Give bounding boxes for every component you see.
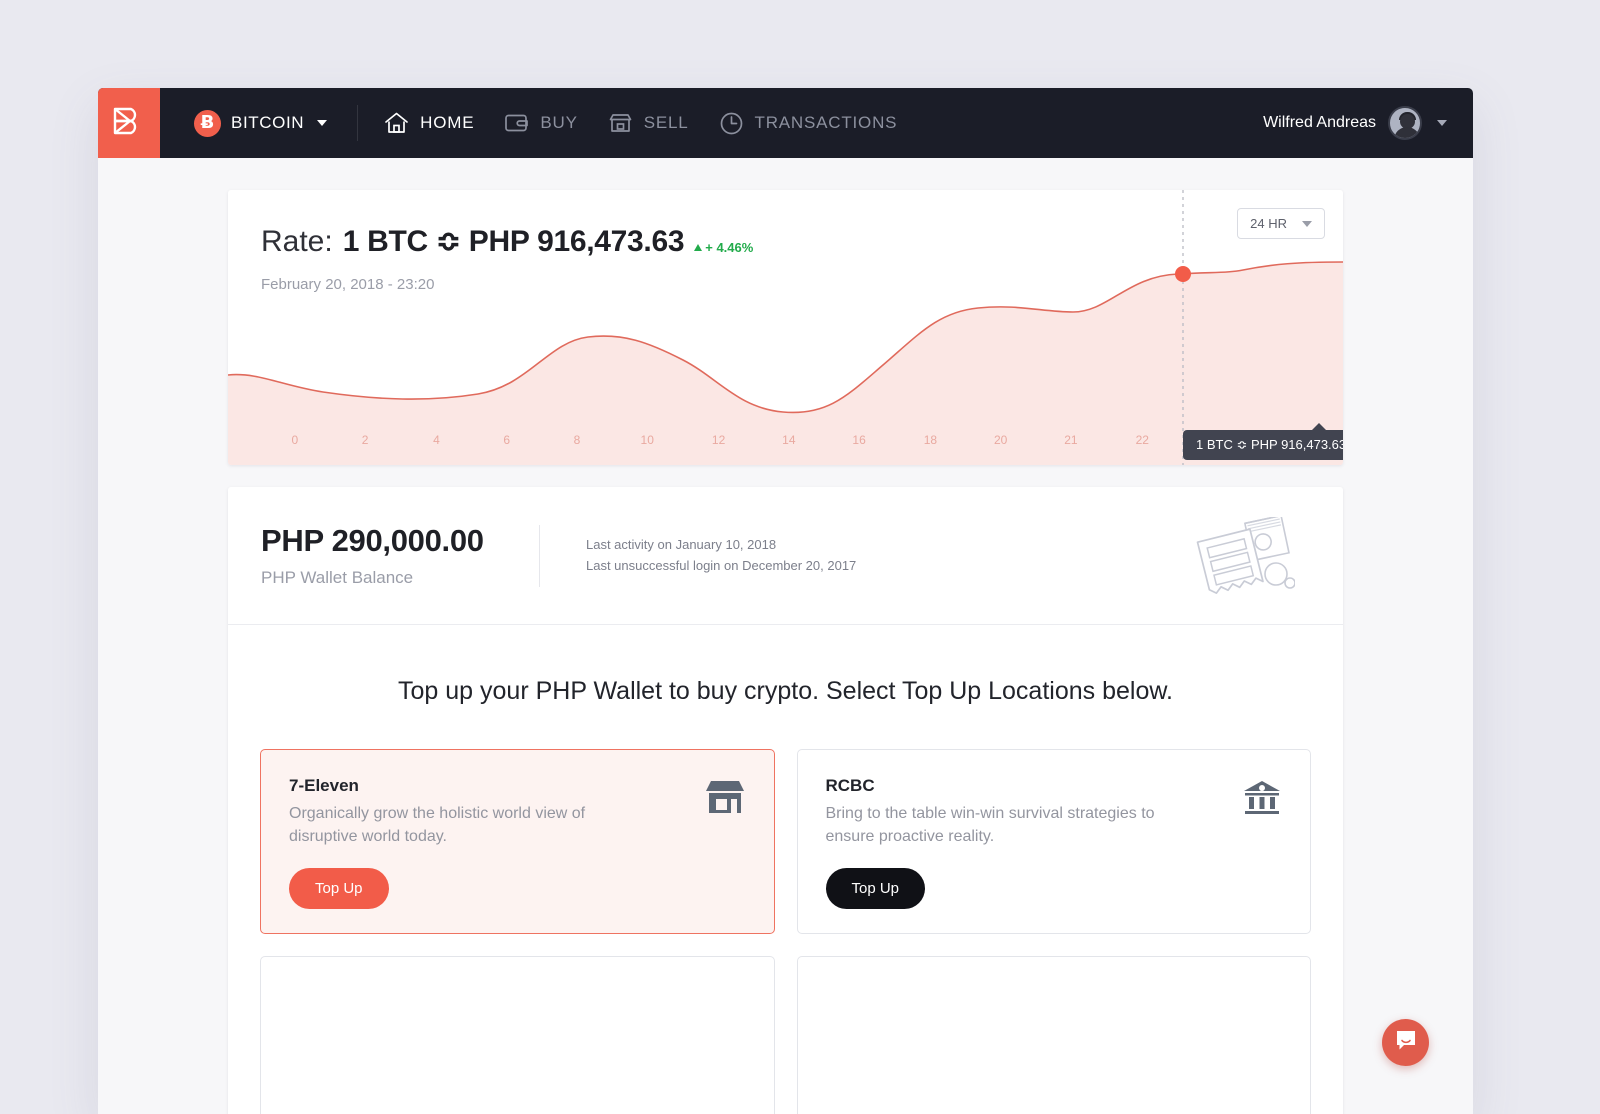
rate-change-label: + 4.46% xyxy=(705,240,754,255)
nav-item-home[interactable]: HOME xyxy=(384,111,474,135)
topup-location-card-3[interactable] xyxy=(260,956,775,1114)
rate-change: + 4.46% xyxy=(694,240,753,255)
nav-menu: HOME BUY SELL TRANSACTIONS xyxy=(384,111,897,136)
time-range-selector[interactable]: 24 HR xyxy=(1237,208,1325,239)
rate-chart-card: Rate: 1 BTC ≎ PHP 916,473.63 + 4.46% Feb… xyxy=(228,190,1343,465)
wallet-balance-row: PHP 290,000.00 PHP Wallet Balance Last a… xyxy=(228,487,1343,624)
x-axis-tick: 10 xyxy=(640,433,654,447)
chart-tooltip: 1 BTC ≎ PHP 916,473.63 + 4.45% @ 22:40 xyxy=(1183,423,1343,460)
top-navigation-bar: Ƀ BITCOIN HOME BUY SELL TRANSACTIONS Wil… xyxy=(98,88,1473,158)
wallet-balance-block: PHP 290,000.00 PHP Wallet Balance xyxy=(261,523,531,588)
x-axis-tick: 12 xyxy=(711,433,726,447)
x-axis-tick: 16 xyxy=(852,433,866,447)
home-icon xyxy=(384,111,409,135)
chart-x-axis: 0246810121416182021222324 xyxy=(228,433,1343,449)
nav-item-buy[interactable]: BUY xyxy=(504,112,577,134)
bank-icon xyxy=(1242,778,1282,821)
chevron-down-icon xyxy=(1437,120,1447,126)
triangle-up-icon xyxy=(694,244,703,251)
user-menu[interactable]: Wilfred Andreas xyxy=(1263,88,1447,158)
wallet-card: PHP 290,000.00 PHP Wallet Balance Last a… xyxy=(228,487,1343,1114)
coin-selector[interactable]: Ƀ BITCOIN xyxy=(194,109,328,137)
topup-button-7-eleven[interactable]: Top Up xyxy=(289,868,389,910)
rate-line: Rate: 1 BTC ≎ PHP 916,473.63 + 4.46% xyxy=(261,224,1343,259)
nav-item-buy-label: BUY xyxy=(540,113,578,132)
x-axis-tick: 14 xyxy=(782,433,796,447)
topup-location-card-4[interactable] xyxy=(796,956,1311,1114)
bitcoin-icon: Ƀ xyxy=(194,109,221,137)
clock-icon xyxy=(719,111,744,136)
location-name: RCBC xyxy=(825,776,875,795)
vertical-divider xyxy=(539,524,540,587)
wallet-balance-amount: PHP 290,000.00 xyxy=(261,523,484,558)
store-icon xyxy=(608,112,633,134)
beam-logo-icon xyxy=(112,106,146,141)
rate-header: Rate: 1 BTC ≎ PHP 916,473.63 + 4.46% Feb… xyxy=(228,190,1343,293)
x-axis-tick: 0 xyxy=(291,433,299,447)
avatar xyxy=(1388,106,1422,140)
wallet-balance-label: PHP Wallet Balance xyxy=(261,568,414,587)
x-axis-tick: 18 xyxy=(923,433,938,447)
x-axis-tick: 21 xyxy=(1064,433,1078,447)
nav-item-transactions-label: TRANSACTIONS xyxy=(754,113,898,132)
rate-value: 1 BTC ≎ PHP 916,473.63 xyxy=(342,225,685,258)
location-description: Bring to the table win-win survival stra… xyxy=(825,805,1155,846)
location-name: 7-Eleven xyxy=(289,776,359,795)
page-content: Rate: 1 BTC ≎ PHP 916,473.63 + 4.46% Feb… xyxy=(98,190,1473,1114)
x-axis-tick: 6 xyxy=(503,433,511,447)
nav-item-transactions[interactable]: TRANSACTIONS xyxy=(719,111,898,136)
x-axis-tick: 8 xyxy=(573,433,581,447)
nav-divider xyxy=(357,105,359,141)
chat-support-button[interactable] xyxy=(1382,1019,1429,1066)
topup-location-card-7-eleven[interactable]: 7-Eleven Organically grow the holistic w… xyxy=(260,749,775,935)
nav-item-sell-label: SELL xyxy=(643,113,689,132)
location-description: Organically grow the holistic world view… xyxy=(289,805,586,846)
receipt-icon xyxy=(1190,514,1296,607)
coin-selector-label: BITCOIN xyxy=(231,113,305,132)
topup-title: Top up your PHP Wallet to buy crypto. Se… xyxy=(398,677,1173,705)
tooltip-rate: 1 BTC ≎ PHP 916,473.63 xyxy=(1196,437,1343,452)
x-axis-tick: 20 xyxy=(994,433,1008,447)
rate-date: February 20, 2018 - 23:20 xyxy=(261,276,435,293)
app-window: Ƀ BITCOIN HOME BUY SELL TRANSACTIONS Wil… xyxy=(98,88,1473,1114)
x-axis-tick: 2 xyxy=(361,433,369,447)
x-axis-tick: 22 xyxy=(1135,433,1149,447)
wallet-activity-meta: Last activity on January 10, 2018 Last u… xyxy=(586,535,856,575)
chevron-down-icon xyxy=(317,120,328,126)
wallet-icon xyxy=(504,112,529,134)
app-logo[interactable] xyxy=(98,88,160,158)
time-range-value: 24 HR xyxy=(1250,216,1287,231)
topup-section: Top up your PHP Wallet to buy crypto. Se… xyxy=(228,625,1343,1114)
topup-locations-grid: 7-Eleven Organically grow the holistic w… xyxy=(228,706,1343,1114)
topup-button-rcbc[interactable]: Top Up xyxy=(825,868,926,910)
x-axis-tick: 4 xyxy=(433,433,440,447)
nav-item-sell[interactable]: SELL xyxy=(608,112,689,134)
nav-item-home-label: HOME xyxy=(420,113,475,132)
last-activity-text: Last activity on January 10, 2018 xyxy=(586,537,777,553)
rate-label: Rate: xyxy=(261,225,333,258)
user-name: Wilfred Andreas xyxy=(1263,114,1376,131)
topup-location-card-rcbc[interactable]: RCBC Bring to the table win-win survival… xyxy=(796,749,1311,935)
store-icon xyxy=(704,778,746,821)
last-login-text: Last unsuccessful login on December 20, … xyxy=(586,557,857,573)
chevron-down-icon xyxy=(1302,220,1312,227)
chat-bubble-icon xyxy=(1394,1028,1418,1057)
